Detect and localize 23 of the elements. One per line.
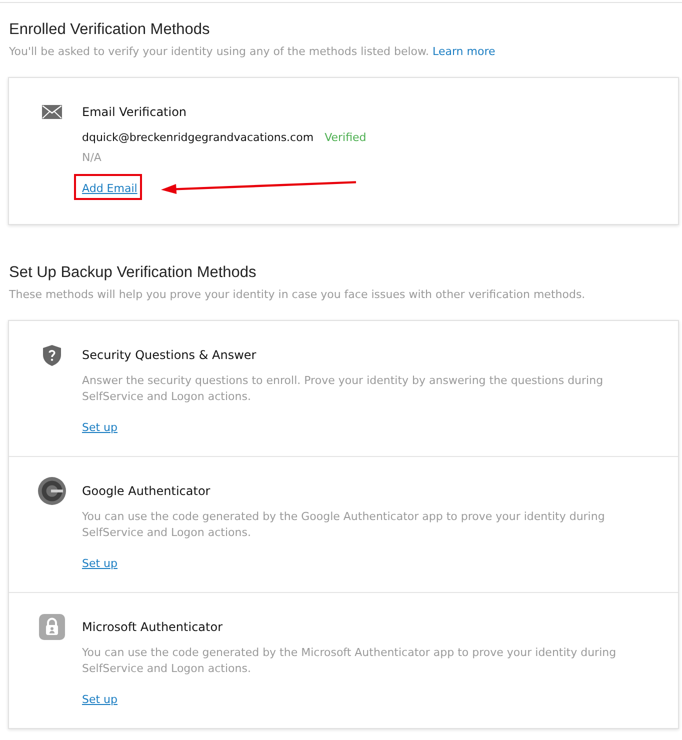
set-up-link[interactable]: Set up xyxy=(82,557,118,570)
method-description: You can use the code generated by the Google Authenticator app to prove your identity during SelfService and Logon actions. xyxy=(82,509,606,541)
add-email-link[interactable]: Add Email xyxy=(82,182,138,195)
set-up-link[interactable]: Set up xyxy=(82,693,118,706)
lock-icon xyxy=(39,614,65,640)
set-up-link[interactable]: Set up xyxy=(82,421,118,434)
authenticator-g-icon xyxy=(38,477,66,505)
method-title: Google Authenticator xyxy=(82,483,212,500)
email-address: dquick@breckenridgegrandvacations.com xyxy=(82,130,314,146)
verified-status: Verified xyxy=(324,130,366,146)
method-title: Security Questions & Answer xyxy=(82,347,258,364)
section-description: These methods will help you prove your identity in case you face issues with other verification methods. xyxy=(9,287,586,303)
method-title: Microsoft Authenticator xyxy=(82,619,224,636)
method-description: You can use the code generated by the Microsoft Authenticator app to prove your identity during SelfService and Logon actions. xyxy=(82,645,618,677)
envelope-icon xyxy=(42,105,62,119)
learn-more-link[interactable]: Learn more xyxy=(432,45,496,58)
method-description: Answer the security questions to enroll. Prove your identity by answering the questions during SelfService and Logon actions. xyxy=(82,373,604,405)
shield-question-icon xyxy=(43,344,61,366)
section-heading: Set Up Backup Verification Methods xyxy=(9,263,258,283)
section-description: You'll be asked to verify your identity using any of the methods listed below. Learn more xyxy=(9,44,496,60)
secondary-value: N/A xyxy=(82,150,102,166)
method-title: Email Verification xyxy=(82,104,188,121)
section-heading: Enrolled Verification Methods xyxy=(9,20,211,40)
